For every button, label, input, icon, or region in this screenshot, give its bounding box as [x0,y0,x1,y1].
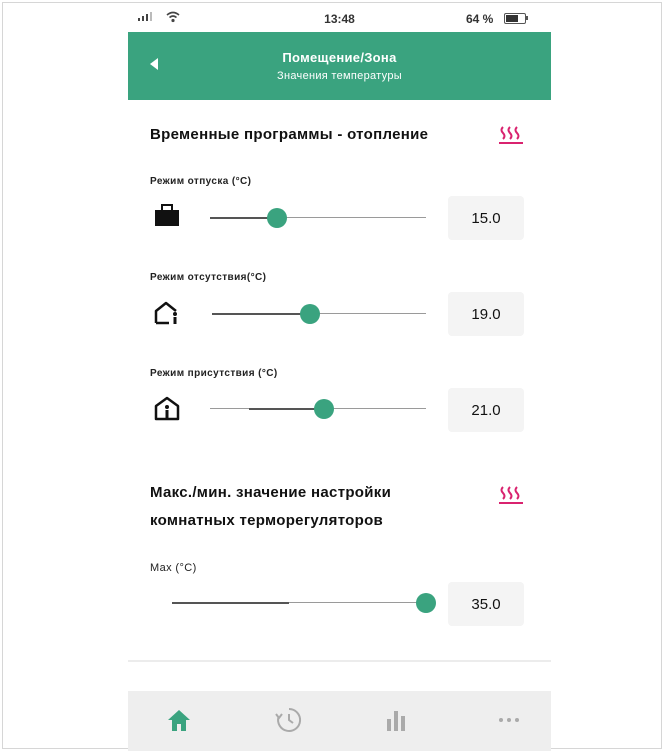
vacation-mode-value[interactable]: 15.0 [448,196,524,240]
divider [128,660,551,662]
phone-screen: 13:48 64 % Помещение/Зона Значения темпе… [128,8,551,751]
more-icon[interactable] [494,705,524,735]
bottom-tab-bar [128,691,551,751]
home-icon[interactable] [164,705,194,735]
presence-mode-value[interactable]: 21.0 [448,388,524,432]
max-value[interactable]: 35.0 [448,582,524,626]
vacation-mode-label: Режим отпуска (°С) [150,176,252,187]
heating-icon [499,486,523,504]
section-title-heating-programs: Временные программы - отопление [150,126,429,143]
status-bar: 13:48 64 % [128,8,551,32]
statistics-icon[interactable] [382,705,412,735]
presence-mode-label: Режим присутствия (°С) [150,368,278,379]
clock-icon[interactable] [274,705,304,735]
slider-thumb[interactable] [314,399,335,419]
absence-mode-slider[interactable] [212,304,426,324]
absence-mode-label: Режим отсутствия(°С) [150,272,267,283]
presence-mode-slider[interactable] [210,399,426,419]
max-slider[interactable] [172,593,436,613]
slider-thumb[interactable] [300,304,321,324]
suitcase-icon [155,204,179,226]
slider-thumb[interactable] [266,208,287,228]
heating-icon [499,126,523,144]
house-person-home-icon [154,396,180,421]
battery-icon [504,13,528,24]
page-title: Помещение/Зона [282,50,397,65]
section-title-max-min-line1: Макс./мин. значение настройки [150,484,392,501]
max-label: Max (°C) [150,562,197,574]
page-subtitle: Значения температуры [277,70,402,82]
battery-percent: 64 % [466,12,494,26]
absence-mode-value[interactable]: 19.0 [448,292,524,336]
house-person-away-icon [154,301,177,325]
slider-thumb[interactable] [416,593,436,613]
vacation-mode-slider[interactable] [210,208,426,228]
section-title-max-min-line2: комнатных терморегуляторов [150,512,384,529]
header-bar: Помещение/Зона Значения температуры [128,32,551,100]
